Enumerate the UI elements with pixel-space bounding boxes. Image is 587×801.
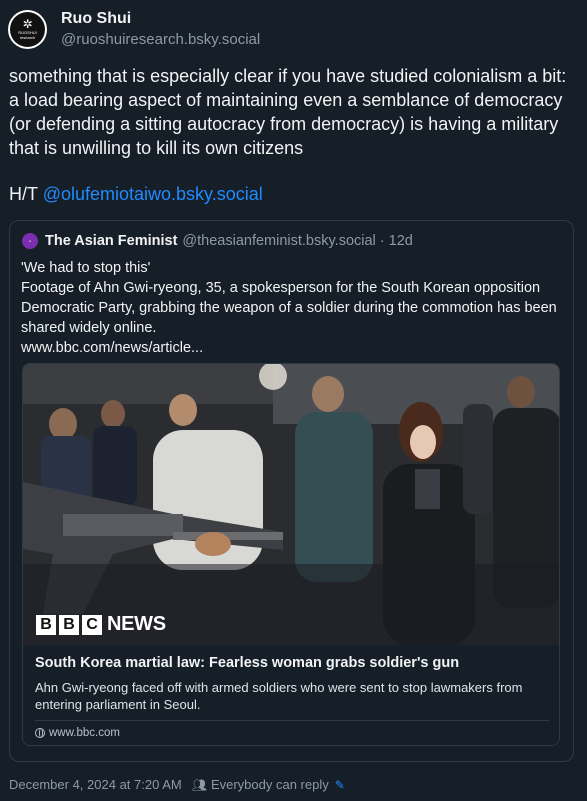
quote-text: 'We had to stop this' Footage of Ahn Gwi…	[21, 258, 561, 358]
link-card-domain: www.bbc.com	[35, 727, 120, 739]
post-text: something that is especially clear if yo…	[9, 66, 567, 158]
quote-handle[interactable]: @theasianfeminist.bsky.social	[182, 233, 375, 249]
author-display-name[interactable]: Ruo Shui	[61, 9, 260, 29]
quote-link[interactable]: www.bbc.com/news/article...	[21, 338, 561, 358]
quote-age: 12d	[388, 233, 413, 249]
reply-setting: Everybody can reply	[210, 777, 329, 792]
logo-icon: ✲	[22, 17, 33, 31]
mention-link[interactable]: @olufemiotaiwo.bsky.social	[43, 184, 263, 204]
link-card-body: South Korea martial law: Fearless woman …	[23, 645, 559, 745]
avatar[interactable]: ✲ RUOSHUI research	[8, 10, 47, 49]
link-card-title[interactable]: South Korea martial law: Fearless woman …	[35, 655, 459, 671]
author-handle[interactable]: @ruoshuiresearch.bsky.social	[61, 30, 260, 50]
quote-avatar[interactable]: ●	[22, 233, 38, 249]
quote-separator: ·	[379, 233, 385, 249]
avatar-text: RUOSHUI research	[18, 30, 37, 40]
link-card[interactable]: B B C NEWS South Korea martial law: Fear…	[22, 363, 560, 746]
people-icon: 👥︎	[191, 777, 207, 792]
quoted-post[interactable]: ● The Asian Feminist @theasianfeminist.b…	[9, 220, 574, 762]
edit-pencil-icon[interactable]: ✎	[335, 778, 345, 792]
ht-prefix: H/T	[9, 184, 38, 204]
globe-icon	[35, 728, 45, 738]
quote-display-name[interactable]: The Asian Feminist	[45, 233, 177, 249]
link-card-image: B B C NEWS	[23, 364, 559, 645]
quote-line: 'We had to stop this'	[21, 260, 151, 276]
quote-line: Footage of Ahn Gwi-ryeong, 35, a spokesp…	[21, 280, 557, 336]
divider	[35, 720, 549, 721]
quote-header: ● The Asian Feminist @theasianfeminist.b…	[22, 233, 413, 249]
post-footer: December 4, 2024 at 7:20 AM 👥︎ Everybody…	[9, 777, 345, 792]
timestamp[interactable]: December 4, 2024 at 7:20 AM	[9, 777, 182, 792]
bbc-news-logo: B B C NEWS	[36, 613, 166, 636]
post-header: ✲ RUOSHUI research Ruo Shui @ruoshuirese…	[8, 9, 260, 50]
hat-tip: H/T @olufemiotaiwo.bsky.social	[9, 182, 263, 206]
link-card-description: Ahn Gwi-ryeong faced off with armed sold…	[35, 680, 523, 712]
